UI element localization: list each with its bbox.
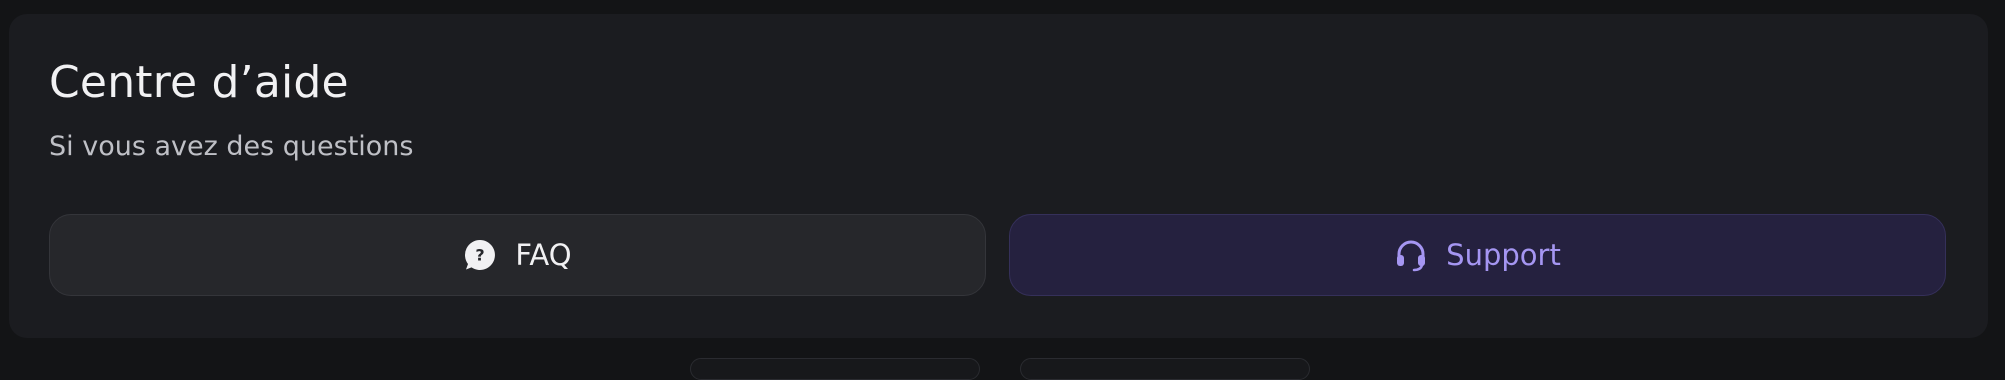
support-button-label: Support — [1446, 238, 1561, 272]
svg-text:?: ? — [476, 246, 485, 265]
question-bubble-icon: ? — [463, 238, 497, 272]
headset-icon — [1394, 238, 1428, 272]
faq-button-label: FAQ — [515, 238, 572, 272]
bottom-tab-left[interactable] — [690, 358, 980, 380]
support-button[interactable]: Support — [1009, 214, 1946, 296]
bottom-tab-right[interactable] — [1020, 358, 1310, 380]
faq-button[interactable]: ? FAQ — [49, 214, 986, 296]
help-center-title: Centre d’aide — [49, 57, 349, 108]
help-center-card: Centre d’aide Si vous avez des questions… — [9, 14, 1988, 338]
help-center-subtitle: Si vous avez des questions — [49, 131, 414, 162]
